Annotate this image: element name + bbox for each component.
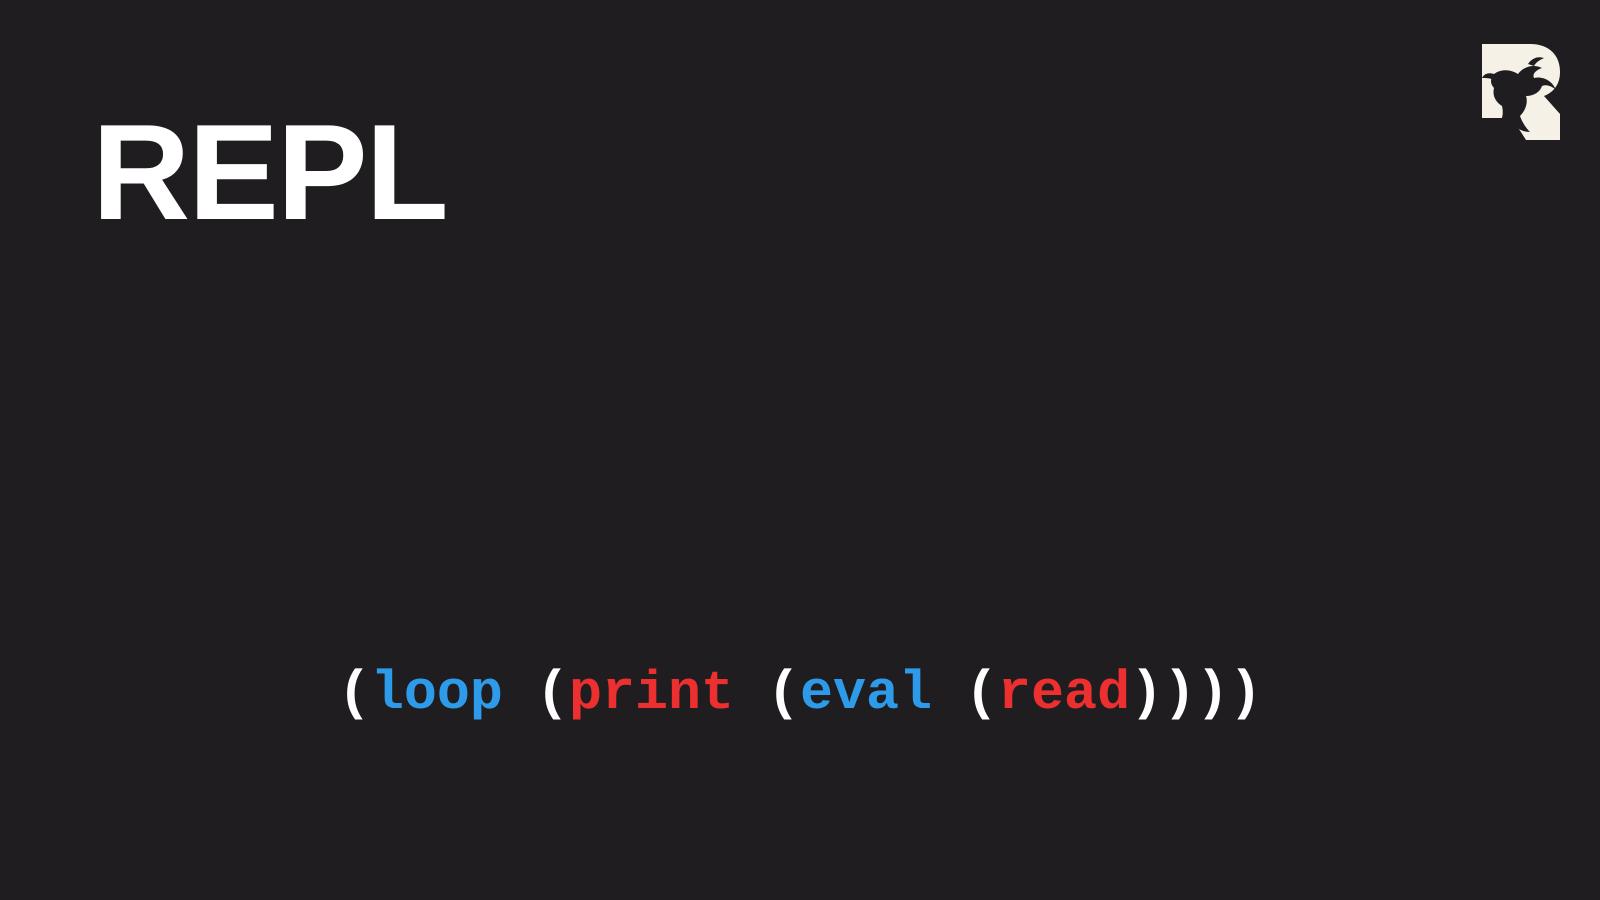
- bull-r-logo-icon: [1482, 44, 1560, 140]
- code-token-print: print: [568, 662, 734, 725]
- slide: REPL (loop (print (eval (read)))): [0, 0, 1600, 900]
- paren-open: (: [733, 662, 800, 725]
- code-expression: (loop (print (eval (read)))): [0, 662, 1600, 725]
- paren-open: (: [932, 662, 999, 725]
- code-token-eval: eval: [800, 662, 933, 725]
- paren-open: (: [337, 662, 371, 725]
- paren-close: )))): [1130, 662, 1263, 725]
- code-token-loop: loop: [370, 662, 503, 725]
- slide-title: REPL: [92, 96, 449, 248]
- paren-open: (: [502, 662, 569, 725]
- code-token-read: read: [998, 662, 1131, 725]
